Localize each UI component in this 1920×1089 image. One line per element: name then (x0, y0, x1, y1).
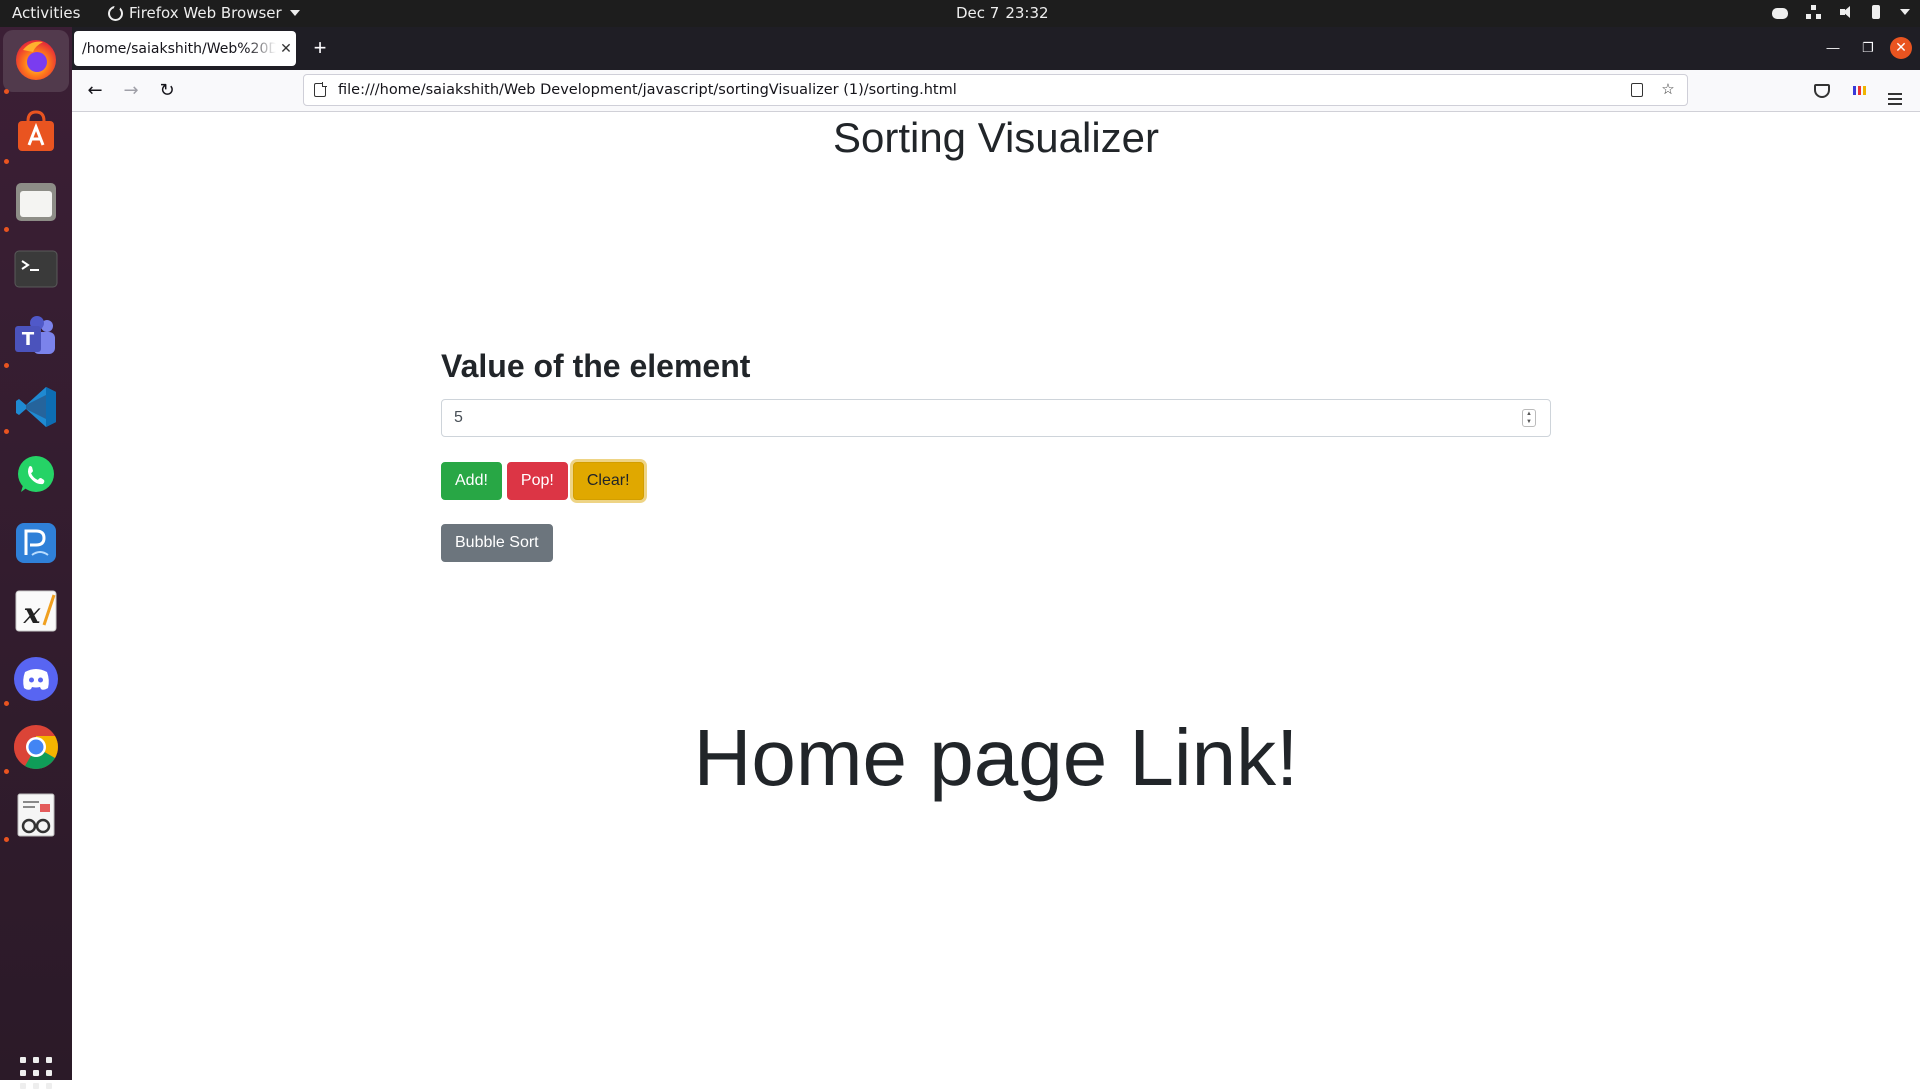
pop-button[interactable]: Pop! (506, 462, 568, 500)
forward-button[interactable]: → (118, 78, 144, 104)
clock-date: Dec 7 (956, 4, 1000, 22)
reader-view-icon[interactable] (1631, 83, 1643, 97)
spinner-down-icon[interactable]: ▼ (1526, 419, 1532, 425)
vscode-icon (16, 387, 56, 427)
running-indicator (4, 227, 9, 232)
running-indicator (4, 769, 9, 774)
dock-firefox[interactable] (12, 35, 60, 83)
spinner-up-icon[interactable]: ▲ (1526, 411, 1532, 417)
running-indicator (4, 701, 9, 706)
value-input-wrapper: ▲ ▼ (441, 399, 1551, 437)
dock-xournal[interactable]: x (12, 587, 60, 635)
chevron-down-icon (289, 10, 300, 16)
reload-button[interactable]: ↻ (154, 78, 180, 104)
activities-button[interactable]: Activities (12, 4, 80, 22)
url-text[interactable]: file:///home/saiakshith/Web Development/… (338, 82, 1631, 98)
software-bag-icon (18, 110, 54, 151)
clear-button[interactable]: Clear! (572, 462, 644, 500)
dock-document-viewer[interactable] (12, 791, 60, 839)
hamburger-icon (1888, 93, 1902, 105)
value-label: Value of the element (441, 348, 751, 384)
extension-button[interactable] (1846, 78, 1872, 104)
minimize-button[interactable]: — (1822, 37, 1844, 59)
tab-title: /home/saiakshith/Web%20D (82, 40, 276, 57)
back-button[interactable]: ← (82, 78, 108, 104)
teams-icon: T (15, 316, 55, 354)
page-title: Sorting Visualizer (832, 114, 1160, 161)
value-input[interactable] (454, 409, 1514, 427)
network-icon[interactable] (1806, 5, 1822, 19)
pocket-icon (1814, 84, 1830, 98)
url-bar[interactable]: file:///home/saiakshith/Web Development/… (303, 74, 1688, 106)
running-indicator (4, 837, 9, 842)
tab-strip: /home/saiakshith/Web%20D ✕ + — ❐ ✕ (72, 27, 1920, 70)
restore-button[interactable]: ❐ (1857, 37, 1879, 59)
firefox-icon (16, 40, 56, 80)
extension-icon (1852, 86, 1866, 95)
firefox-mini-icon (108, 4, 123, 21)
bubble-sort-button[interactable]: Bubble Sort (441, 524, 553, 562)
xournal-icon: x (15, 590, 57, 632)
running-indicator (4, 429, 9, 434)
page-icon (314, 82, 327, 97)
dock-files[interactable] (12, 177, 60, 225)
close-tab-icon[interactable]: ✕ (276, 41, 296, 57)
add-button[interactable]: Add! (441, 462, 502, 500)
whatsapp-icon (18, 456, 54, 492)
running-indicator (4, 363, 9, 368)
dock-whatsapp[interactable] (12, 451, 60, 499)
dock-pdf-editor[interactable] (12, 519, 60, 567)
number-spinner[interactable]: ▲ ▼ (1522, 409, 1536, 427)
chrome-icon (14, 725, 58, 769)
sort-buttons: Bubble Sort (441, 524, 1551, 562)
system-tray[interactable] (1772, 5, 1910, 19)
app-menu[interactable]: Firefox Web Browser (108, 4, 300, 22)
battery-icon[interactable] (1872, 5, 1880, 19)
show-applications-button[interactable] (20, 1057, 52, 1089)
tab-sorting[interactable]: /home/saiakshith/Web%20D ✕ (74, 31, 296, 66)
dock-chrome[interactable] (12, 723, 60, 771)
nav-bar: ← → ↻ file:///home/saiakshith/Web Develo… (72, 70, 1920, 112)
pocket-button[interactable] (1809, 78, 1835, 104)
folder-icon (16, 183, 56, 221)
action-buttons: Add! Pop! Clear! (441, 462, 1551, 500)
dock: T x (0, 27, 72, 1089)
menu-button[interactable] (1882, 78, 1908, 105)
svg-text:T: T (22, 329, 35, 350)
new-tab-button[interactable]: + (306, 35, 334, 63)
terminal-icon (14, 250, 58, 288)
page-content: Sorting Visualizer Value of the element … (72, 112, 1920, 1080)
discord-tray-icon[interactable] (1772, 8, 1788, 19)
document-viewer-icon (17, 793, 55, 837)
dock-vscode[interactable] (12, 383, 60, 431)
svg-text:x: x (23, 597, 41, 630)
home-page-link[interactable]: Home page Link! (72, 712, 1920, 804)
bookmark-star-icon[interactable]: ☆ (1659, 81, 1677, 99)
volume-icon[interactable] (1840, 5, 1854, 19)
discord-icon (14, 657, 58, 701)
running-indicator (4, 159, 9, 164)
dock-terminal[interactable] (12, 245, 60, 293)
dock-teams[interactable]: T (12, 313, 60, 361)
dock-ubuntu-software[interactable] (12, 107, 60, 155)
system-top-bar: Activities Firefox Web Browser Dec 7 23:… (0, 0, 1920, 27)
clock[interactable]: Dec 7 23:32 (956, 4, 1049, 22)
clock-time: 23:32 (1005, 4, 1049, 22)
close-window-button[interactable]: ✕ (1890, 37, 1912, 59)
chevron-down-icon[interactable] (1900, 9, 1910, 15)
form-container: Value of the element ▲ ▼ Add! Pop! Clear… (441, 348, 1551, 562)
app-menu-label: Firefox Web Browser (129, 4, 282, 22)
running-indicator (4, 89, 9, 94)
pdf-editor-icon (16, 523, 56, 563)
dock-discord[interactable] (12, 655, 60, 703)
